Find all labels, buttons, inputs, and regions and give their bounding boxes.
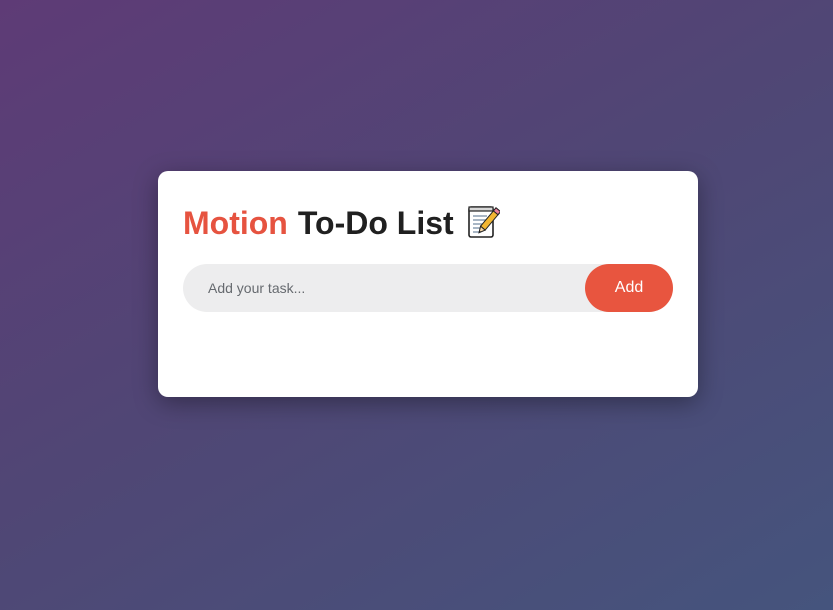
memo-icon <box>466 204 501 240</box>
todo-card: Motion To-Do List Add <box>158 171 698 397</box>
app-title: Motion To-Do List <box>183 204 501 242</box>
task-input[interactable] <box>183 264 585 312</box>
add-task-row: Add <box>183 264 673 312</box>
add-button[interactable]: Add <box>585 264 673 312</box>
title-text: To-Do List <box>297 205 454 241</box>
title-accent: Motion <box>183 205 288 241</box>
